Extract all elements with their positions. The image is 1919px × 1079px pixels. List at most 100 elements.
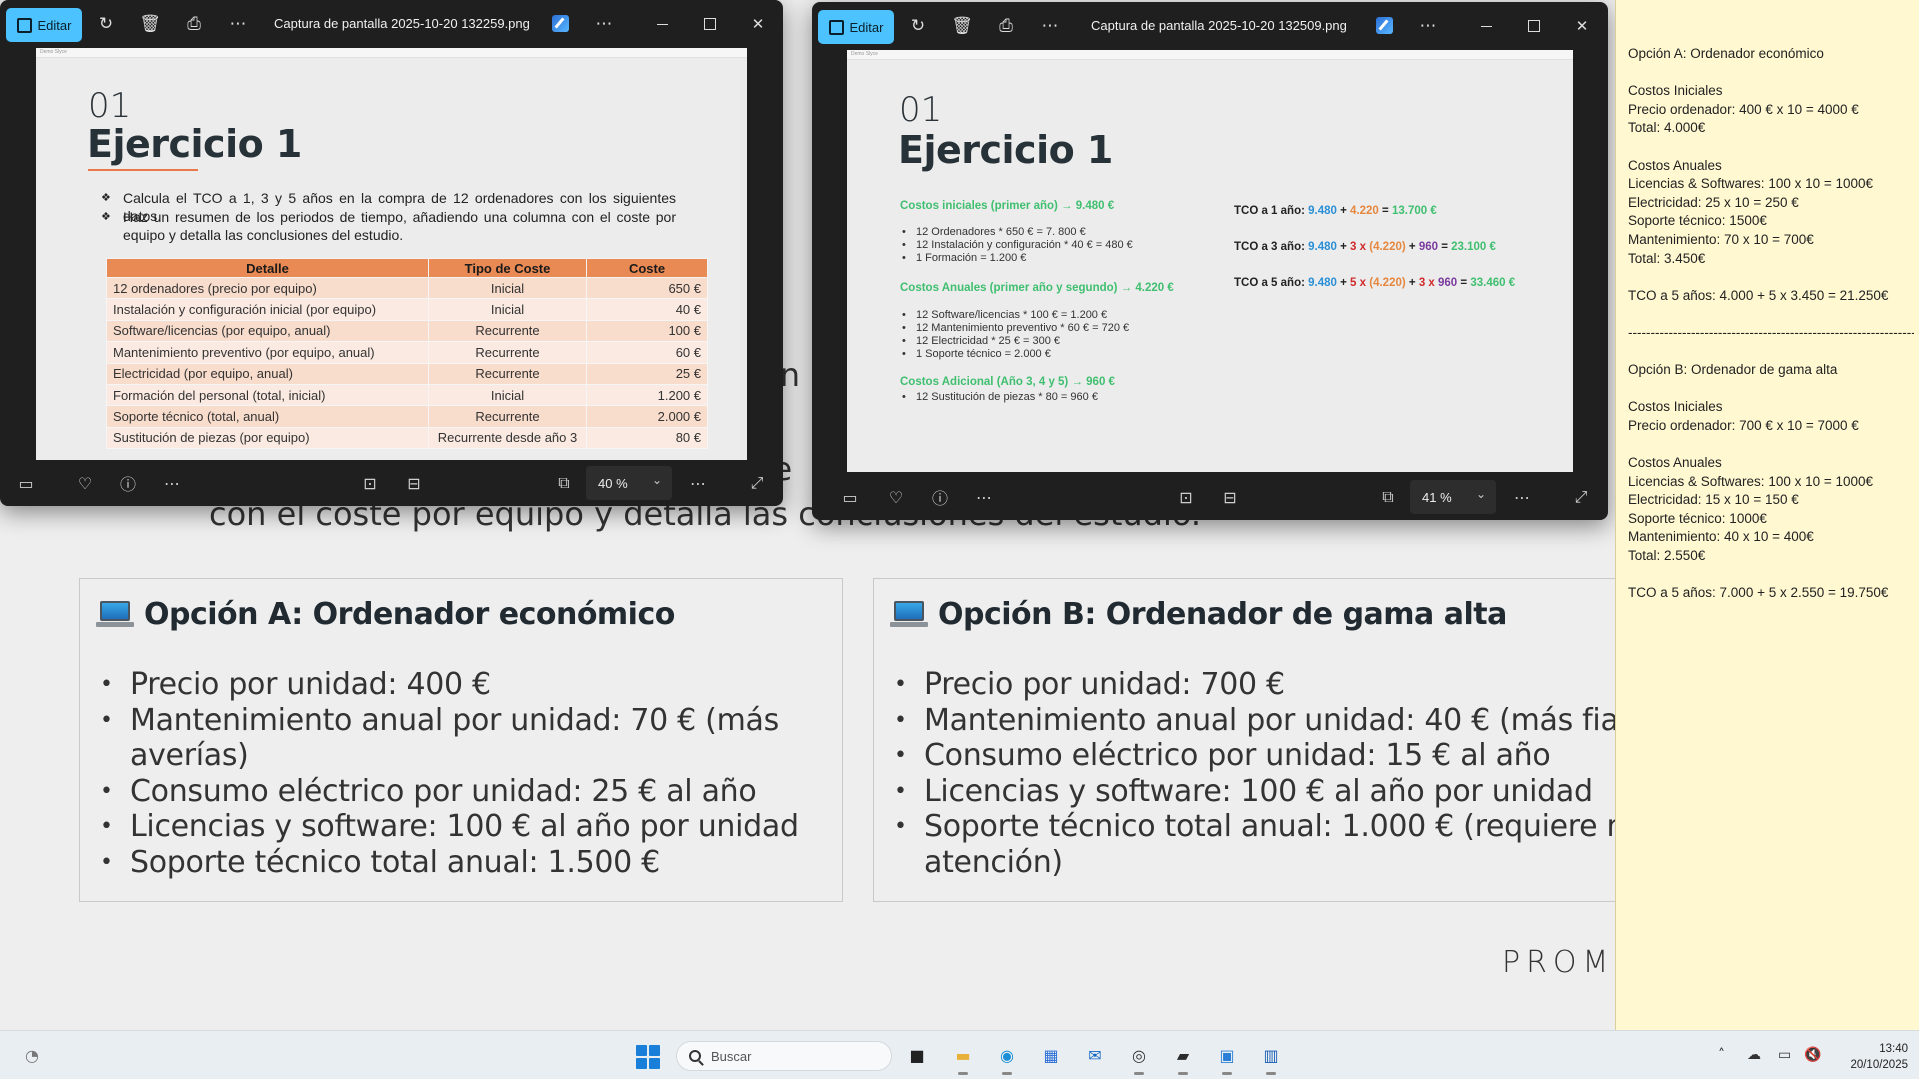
tco-total: 23.100 €: [1451, 241, 1496, 253]
minimize-icon[interactable]: [1474, 14, 1498, 38]
tco-value: 9.480: [1308, 277, 1337, 289]
cell: Instalación y configuración inicial (por…: [106, 298, 429, 321]
list-item: 12 Software/licencias * 100 € = 1.200 €: [900, 309, 1129, 322]
cell: 2.000 €: [586, 405, 708, 428]
print-icon[interactable]: ⎙: [994, 14, 1018, 38]
file-explorer-icon[interactable]: ▬: [948, 1040, 978, 1075]
system-clock[interactable]: 13:40 20/10/2025: [1830, 1041, 1908, 1073]
close-icon[interactable]: ✕: [746, 12, 770, 36]
note-line: Licencias & Softwares: 100 x 10 = 1000€: [1628, 473, 1874, 489]
fit-view-icon[interactable]: ⧉: [1376, 485, 1400, 509]
taskbar-search[interactable]: Buscar: [676, 1041, 892, 1071]
delete-icon[interactable]: 🗑: [950, 14, 974, 38]
maximize-icon[interactable]: [1522, 14, 1546, 38]
text-scan-icon[interactable]: ⊟: [1218, 485, 1242, 509]
more-icon[interactable]: ⋯: [1510, 485, 1534, 509]
clock-date: 20/10/2025: [1850, 1059, 1908, 1071]
close-icon[interactable]: ✕: [1570, 14, 1594, 38]
more-icon[interactable]: ⋯: [1038, 14, 1062, 38]
zoom-dropdown[interactable]: 40 % ⌄: [586, 466, 672, 500]
cloud-offline-icon[interactable]: ☁: [1747, 1047, 1761, 1063]
eye-app-icon[interactable]: ◎: [1124, 1040, 1154, 1075]
photoshop-app-icon[interactable]: [552, 15, 569, 32]
visual-search-icon[interactable]: ⊡: [358, 471, 382, 495]
more-icon[interactable]: ⋯: [592, 12, 616, 36]
calculator-icon[interactable]: ▥: [1256, 1040, 1286, 1075]
slide-number: 01: [88, 86, 132, 126]
tco-value: 960: [1418, 241, 1438, 253]
app-label: Demo Slyce: [40, 49, 67, 55]
cell: Sustitución de piezas (por equipo): [106, 426, 429, 450]
tco-multiplier: 3 x: [1350, 241, 1367, 253]
list-item: 12 Mantenimiento preventivo * 60 € = 720…: [900, 322, 1129, 335]
table-row: Soporte técnico (total, anual) Recurrente…: [106, 405, 708, 428]
zoom-dropdown[interactable]: 41 % ⌄: [1410, 480, 1496, 514]
note-line: [1628, 381, 1919, 400]
note-line: Opción B: Ordenador de gama alta: [1628, 362, 1838, 378]
edit-button[interactable]: Editar: [818, 10, 894, 44]
title-bar[interactable]: Editar ↻ 🗑 ⎙ ⋯ Captura de pantalla 2025-…: [812, 2, 1608, 50]
tco-1-year: TCO a 1 año: 9.480 + 4.220 = 13.700 €: [1234, 205, 1437, 217]
slide-title: Ejercicio 1: [898, 128, 1113, 172]
photos-window-2[interactable]: Editar ↻ 🗑 ⎙ ⋯ Captura de pantalla 2025-…: [812, 2, 1608, 520]
zoom-value: 40 %: [598, 475, 628, 491]
cell: Recurrente: [428, 362, 587, 385]
title-bar[interactable]: Editar ↻ 🗑 ⎙ ⋯ Captura de pantalla 2025-…: [0, 0, 783, 48]
task-view-icon[interactable]: ■: [902, 1040, 932, 1070]
expand-icon[interactable]: ⤢: [745, 471, 769, 495]
network-icon[interactable]: ▭: [1778, 1047, 1791, 1063]
rotate-icon[interactable]: ↻: [94, 12, 118, 36]
photoshop-app-icon[interactable]: [1376, 17, 1393, 34]
edge-browser-icon[interactable]: ◉: [992, 1040, 1022, 1075]
edit-button[interactable]: Editar: [6, 8, 82, 42]
table-row: Instalación y configuración inicial (por…: [106, 298, 708, 321]
cell: Recurrente desde año 3: [428, 426, 587, 450]
list-item: 12 Electricidad * 25 € = 300 €: [900, 335, 1129, 348]
note-line: Costos Iniciales: [1628, 399, 1723, 415]
fit-view-icon[interactable]: ⧉: [552, 471, 576, 495]
more-icon[interactable]: ⋯: [686, 471, 710, 495]
tco-operator: +: [1408, 241, 1416, 253]
tco-operator: +: [1408, 277, 1416, 289]
info-icon[interactable]: ⓘ: [928, 485, 952, 509]
sticky-note-panel[interactable]: Opción A: Ordenador económico Costos Inic…: [1615, 0, 1919, 1030]
photos-window-1[interactable]: Editar ↻ 🗑 ⎙ ⋯ Captura de pantalla 2025-…: [0, 0, 783, 506]
annual-costs-list: 12 Software/licencias * 100 € = 1.200 € …: [900, 309, 1129, 361]
more-icon[interactable]: ⋯: [160, 471, 184, 495]
visual-search-icon[interactable]: ⊡: [1174, 485, 1198, 509]
more-icon[interactable]: ⋯: [972, 485, 996, 509]
list-item: Soporte técnico total anual: 1.500 €: [100, 845, 799, 881]
cell: Inicial: [428, 276, 587, 300]
maximize-icon[interactable]: [698, 12, 722, 36]
minimize-icon[interactable]: [650, 12, 674, 36]
tray-chevron-icon[interactable]: ˄: [1718, 1047, 1725, 1063]
photos-icon[interactable]: ▣: [1212, 1040, 1242, 1075]
favorite-heart-icon[interactable]: ♡: [884, 485, 908, 509]
widgets-icon[interactable]: ◔: [17, 1040, 47, 1070]
filmstrip-icon[interactable]: ▭: [838, 485, 862, 509]
text-scan-icon[interactable]: ⊟: [402, 471, 426, 495]
option-a-card: Opción A: Ordenador económico Precio por…: [79, 578, 843, 902]
option-b-card: Opción B: Ordenador de gama alta Precio …: [873, 578, 1633, 902]
print-icon[interactable]: ⎙: [182, 12, 206, 36]
column-header: Detalle: [106, 258, 429, 278]
info-icon[interactable]: ⓘ: [116, 471, 140, 495]
start-button[interactable]: [636, 1045, 660, 1069]
outlook-icon[interactable]: ✉: [1080, 1040, 1110, 1070]
more-icon[interactable]: ⋯: [226, 12, 250, 36]
rotate-icon[interactable]: ↻: [906, 14, 930, 38]
cell: Inicial: [428, 298, 587, 321]
delete-icon[interactable]: 🗑: [138, 12, 162, 36]
list-item: 12 Ordenadores * 650 € = 7. 800 €: [900, 226, 1133, 239]
list-item: Licencias y software: 100 € al año por u…: [894, 774, 1633, 810]
filmstrip-icon[interactable]: ▭: [14, 471, 38, 495]
expand-icon[interactable]: ⤢: [1569, 485, 1593, 509]
sticky-notes-icon[interactable]: ▰: [1168, 1040, 1198, 1075]
favorite-heart-icon[interactable]: ♡: [73, 471, 97, 495]
volume-muted-icon[interactable]: 🔇: [1804, 1047, 1821, 1063]
store-icon[interactable]: ▦: [1036, 1040, 1066, 1070]
more-icon[interactable]: ⋯: [1416, 14, 1440, 38]
cell: 100 €: [586, 319, 708, 343]
cell: Recurrente: [428, 319, 587, 343]
tco-label: TCO a 3 año:: [1234, 241, 1305, 253]
